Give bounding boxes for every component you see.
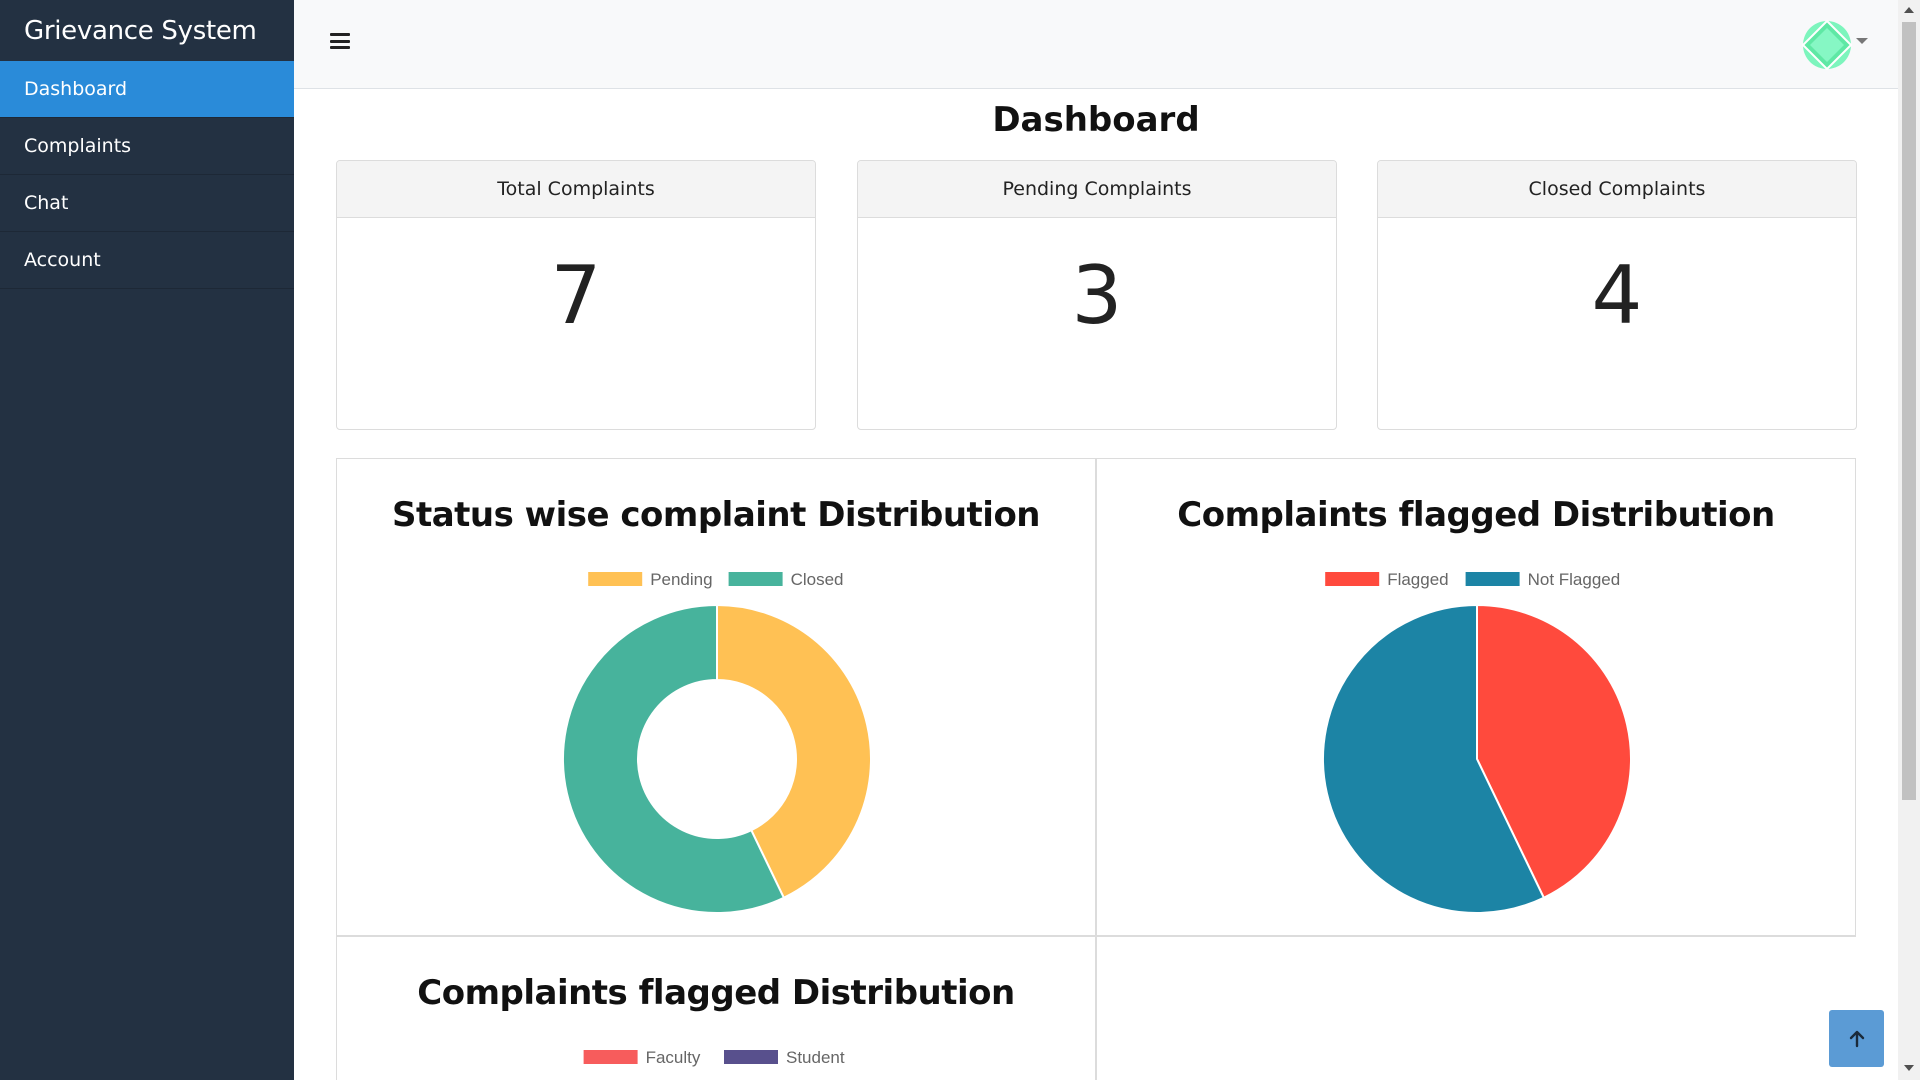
sidebar-item-complaints[interactable]: Complaints bbox=[0, 118, 294, 175]
sidebar-item-chat[interactable]: Chat bbox=[0, 175, 294, 232]
total-complaints-card: Total Complaints 7 bbox=[336, 160, 816, 430]
legend-label-flagged[interactable]: Flagged bbox=[1387, 570, 1448, 589]
legend-swatch-closed[interactable] bbox=[728, 572, 783, 586]
back-to-top-button[interactable] bbox=[1829, 1010, 1884, 1067]
scroll-down-icon[interactable] bbox=[1904, 1065, 1914, 1071]
scrollbar[interactable] bbox=[1898, 0, 1920, 1080]
legend-swatch-not-flagged[interactable] bbox=[1465, 572, 1520, 586]
legend-label-not-flagged[interactable]: Not Flagged bbox=[1528, 570, 1621, 589]
sidebar-item-dashboard[interactable]: Dashboard bbox=[0, 61, 294, 118]
flagged-pie-chart: Flagged Not Flagged bbox=[1322, 570, 1632, 914]
scrollbar-thumb[interactable] bbox=[1902, 22, 1916, 800]
status-doughnut-chart: Pending Closed bbox=[562, 570, 872, 914]
caret-down-icon[interactable] bbox=[1856, 38, 1868, 44]
legend-label-student[interactable]: Student bbox=[786, 1048, 845, 1067]
legend-swatch-faculty[interactable] bbox=[583, 1050, 638, 1064]
legend-label-pending[interactable]: Pending bbox=[650, 570, 712, 589]
legend-swatch-flagged[interactable] bbox=[1325, 572, 1380, 586]
arrow-up-icon bbox=[1849, 1030, 1864, 1047]
pending-complaints-card: Pending Complaints 3 bbox=[857, 160, 1337, 430]
status-chart-panel: Status wise complaint Distribution Pendi… bbox=[336, 458, 1096, 936]
type-pie-chart: Faculty Student bbox=[583, 1048, 845, 1067]
sidebar-nav: Dashboard Complaints Chat Account bbox=[0, 61, 294, 289]
card-value: 4 bbox=[1591, 249, 1643, 342]
sidebar-item-account[interactable]: Account bbox=[0, 232, 294, 289]
scroll-up-icon[interactable] bbox=[1904, 7, 1914, 13]
legend-swatch-student[interactable] bbox=[724, 1050, 778, 1064]
hamburger-icon[interactable] bbox=[330, 33, 350, 51]
legend-label-faculty[interactable]: Faculty bbox=[646, 1048, 701, 1067]
card-value: 7 bbox=[550, 249, 602, 342]
page-title: Dashboard bbox=[992, 100, 1200, 140]
card-header: Closed Complaints bbox=[1378, 161, 1856, 218]
top-navbar bbox=[294, 0, 1898, 89]
avatar-icon[interactable] bbox=[1802, 20, 1852, 70]
card-header: Pending Complaints bbox=[858, 161, 1336, 218]
empty-panel bbox=[1096, 936, 1856, 1080]
card-value: 3 bbox=[1071, 249, 1123, 342]
legend-label-closed[interactable]: Closed bbox=[791, 570, 844, 589]
card-header: Total Complaints bbox=[337, 161, 815, 218]
flagged-chart-panel: Complaints flagged Distribution Flagged N… bbox=[1096, 458, 1856, 936]
type-chart-panel: Complaints flagged Distribution Faculty S… bbox=[336, 936, 1096, 1080]
closed-complaints-card: Closed Complaints 4 bbox=[1377, 160, 1857, 430]
app-title[interactable]: Grievance System bbox=[0, 0, 294, 61]
sidebar: Grievance System Dashboard Complaints Ch… bbox=[0, 0, 294, 1080]
legend-swatch-pending[interactable] bbox=[588, 572, 643, 586]
